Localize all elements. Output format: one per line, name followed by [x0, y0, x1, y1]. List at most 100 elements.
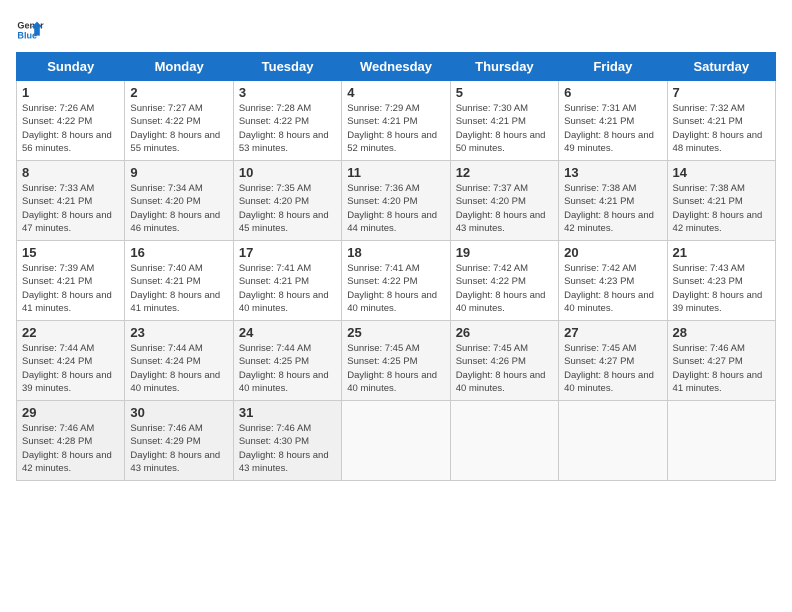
day-number: 24 — [239, 325, 336, 340]
calendar-cell: 20Sunrise: 7:42 AMSunset: 4:23 PMDayligh… — [559, 241, 667, 321]
day-number: 7 — [673, 85, 770, 100]
day-number: 8 — [22, 165, 119, 180]
day-number: 28 — [673, 325, 770, 340]
calendar-cell: 13 Sunrise: 7:38 AMSunset: 4:21 PMDayligh… — [559, 161, 667, 241]
header: General Blue — [16, 16, 776, 44]
calendar-week-row: 1Sunrise: 7:26 AMSunset: 4:22 PMDaylight… — [17, 81, 776, 161]
calendar-cell: 31 Sunrise: 7:46 AMSunset: 4:30 PMDayligh… — [233, 401, 341, 481]
day-info: Sunrise: 7:41 AMSunset: 4:22 PMDaylight:… — [347, 262, 444, 315]
day-info: Sunrise: 7:39 AMSunset: 4:21 PMDaylight:… — [22, 262, 119, 315]
calendar-cell: 11 Sunrise: 7:36 AMSunset: 4:20 PMDayligh… — [342, 161, 450, 241]
svg-text:Blue: Blue — [17, 30, 37, 40]
calendar-week-row: 15 Sunrise: 7:39 AMSunset: 4:21 PMDayligh… — [17, 241, 776, 321]
calendar-cell: 23 Sunrise: 7:44 AMSunset: 4:24 PMDayligh… — [125, 321, 233, 401]
calendar-cell: 6 Sunrise: 7:31 AMSunset: 4:21 PMDaylight… — [559, 81, 667, 161]
day-number: 16 — [130, 245, 227, 260]
day-info: Sunrise: 7:37 AMSunset: 4:20 PMDaylight:… — [456, 182, 553, 235]
day-number: 6 — [564, 85, 661, 100]
day-info: Sunrise: 7:28 AMSunset: 4:22 PMDaylight:… — [239, 102, 336, 155]
calendar-cell: 16Sunrise: 7:40 AMSunset: 4:21 PMDayligh… — [125, 241, 233, 321]
calendar-cell: 29 Sunrise: 7:46 AMSunset: 4:28 PMDayligh… — [17, 401, 125, 481]
calendar-cell: 1Sunrise: 7:26 AMSunset: 4:22 PMDaylight… — [17, 81, 125, 161]
day-info: Sunrise: 7:46 AMSunset: 4:27 PMDaylight:… — [673, 342, 770, 395]
weekday-header-saturday: Saturday — [667, 53, 775, 81]
calendar-cell: 30Sunrise: 7:46 AMSunset: 4:29 PMDayligh… — [125, 401, 233, 481]
day-info: Sunrise: 7:27 AMSunset: 4:22 PMDaylight:… — [130, 102, 227, 155]
day-info: Sunrise: 7:43 AMSunset: 4:23 PMDaylight:… — [673, 262, 770, 315]
day-info: Sunrise: 7:45 AMSunset: 4:27 PMDaylight:… — [564, 342, 661, 395]
day-number: 1 — [22, 85, 119, 100]
day-info: Sunrise: 7:29 AMSunset: 4:21 PMDaylight:… — [347, 102, 444, 155]
weekday-header-row: SundayMondayTuesdayWednesdayThursdayFrid… — [17, 53, 776, 81]
calendar-week-row: 8 Sunrise: 7:33 AMSunset: 4:21 PMDaylight… — [17, 161, 776, 241]
calendar-cell: 28 Sunrise: 7:46 AMSunset: 4:27 PMDayligh… — [667, 321, 775, 401]
day-info: Sunrise: 7:31 AMSunset: 4:21 PMDaylight:… — [564, 102, 661, 155]
calendar-cell: 14 Sunrise: 7:38 AMSunset: 4:21 PMDayligh… — [667, 161, 775, 241]
calendar-cell: 4Sunrise: 7:29 AMSunset: 4:21 PMDaylight… — [342, 81, 450, 161]
calendar-cell: 10 Sunrise: 7:35 AMSunset: 4:20 PMDayligh… — [233, 161, 341, 241]
day-number: 13 — [564, 165, 661, 180]
weekday-header-friday: Friday — [559, 53, 667, 81]
day-number: 17 — [239, 245, 336, 260]
day-number: 11 — [347, 165, 444, 180]
calendar-cell: 27 Sunrise: 7:45 AMSunset: 4:27 PMDayligh… — [559, 321, 667, 401]
day-number: 10 — [239, 165, 336, 180]
day-number: 23 — [130, 325, 227, 340]
day-info: Sunrise: 7:32 AMSunset: 4:21 PMDaylight:… — [673, 102, 770, 155]
day-info: Sunrise: 7:38 AMSunset: 4:21 PMDaylight:… — [673, 182, 770, 235]
day-info: Sunrise: 7:42 AMSunset: 4:23 PMDaylight:… — [564, 262, 661, 315]
calendar-cell: 21 Sunrise: 7:43 AMSunset: 4:23 PMDayligh… — [667, 241, 775, 321]
day-info: Sunrise: 7:46 AMSunset: 4:30 PMDaylight:… — [239, 422, 336, 475]
day-number: 25 — [347, 325, 444, 340]
day-info: Sunrise: 7:45 AMSunset: 4:25 PMDaylight:… — [347, 342, 444, 395]
logo-icon: General Blue — [16, 16, 44, 44]
calendar-cell: 25 Sunrise: 7:45 AMSunset: 4:25 PMDayligh… — [342, 321, 450, 401]
day-info: Sunrise: 7:33 AMSunset: 4:21 PMDaylight:… — [22, 182, 119, 235]
calendar-cell: 5 Sunrise: 7:30 AMSunset: 4:21 PMDaylight… — [450, 81, 558, 161]
day-number: 29 — [22, 405, 119, 420]
day-info: Sunrise: 7:44 AMSunset: 4:25 PMDaylight:… — [239, 342, 336, 395]
day-info: Sunrise: 7:44 AMSunset: 4:24 PMDaylight:… — [130, 342, 227, 395]
day-number: 26 — [456, 325, 553, 340]
calendar-cell: 12Sunrise: 7:37 AMSunset: 4:20 PMDayligh… — [450, 161, 558, 241]
day-info: Sunrise: 7:30 AMSunset: 4:21 PMDaylight:… — [456, 102, 553, 155]
day-number: 31 — [239, 405, 336, 420]
calendar-cell: 9 Sunrise: 7:34 AMSunset: 4:20 PMDaylight… — [125, 161, 233, 241]
calendar-cell — [450, 401, 558, 481]
calendar-cell: 19Sunrise: 7:42 AMSunset: 4:22 PMDayligh… — [450, 241, 558, 321]
calendar-cell — [342, 401, 450, 481]
calendar-cell — [667, 401, 775, 481]
calendar-cell: 8 Sunrise: 7:33 AMSunset: 4:21 PMDaylight… — [17, 161, 125, 241]
day-number: 30 — [130, 405, 227, 420]
day-number: 2 — [130, 85, 227, 100]
logo: General Blue — [16, 16, 44, 44]
day-number: 14 — [673, 165, 770, 180]
calendar-cell: 2 Sunrise: 7:27 AMSunset: 4:22 PMDaylight… — [125, 81, 233, 161]
weekday-header-wednesday: Wednesday — [342, 53, 450, 81]
calendar-cell — [559, 401, 667, 481]
calendar-cell: 24 Sunrise: 7:44 AMSunset: 4:25 PMDayligh… — [233, 321, 341, 401]
day-info: Sunrise: 7:45 AMSunset: 4:26 PMDaylight:… — [456, 342, 553, 395]
day-number: 9 — [130, 165, 227, 180]
calendar-cell: 17Sunrise: 7:41 AMSunset: 4:21 PMDayligh… — [233, 241, 341, 321]
day-number: 15 — [22, 245, 119, 260]
calendar-cell: 3Sunrise: 7:28 AMSunset: 4:22 PMDaylight… — [233, 81, 341, 161]
day-info: Sunrise: 7:36 AMSunset: 4:20 PMDaylight:… — [347, 182, 444, 235]
day-info: Sunrise: 7:38 AMSunset: 4:21 PMDaylight:… — [564, 182, 661, 235]
weekday-header-sunday: Sunday — [17, 53, 125, 81]
day-number: 21 — [673, 245, 770, 260]
calendar-cell: 15 Sunrise: 7:39 AMSunset: 4:21 PMDayligh… — [17, 241, 125, 321]
day-number: 27 — [564, 325, 661, 340]
day-info: Sunrise: 7:35 AMSunset: 4:20 PMDaylight:… — [239, 182, 336, 235]
day-info: Sunrise: 7:34 AMSunset: 4:20 PMDaylight:… — [130, 182, 227, 235]
calendar-table: SundayMondayTuesdayWednesdayThursdayFrid… — [16, 52, 776, 481]
calendar-cell: 22Sunrise: 7:44 AMSunset: 4:24 PMDayligh… — [17, 321, 125, 401]
day-info: Sunrise: 7:42 AMSunset: 4:22 PMDaylight:… — [456, 262, 553, 315]
calendar-cell: 26 Sunrise: 7:45 AMSunset: 4:26 PMDayligh… — [450, 321, 558, 401]
calendar-cell: 18Sunrise: 7:41 AMSunset: 4:22 PMDayligh… — [342, 241, 450, 321]
day-info: Sunrise: 7:46 AMSunset: 4:28 PMDaylight:… — [22, 422, 119, 475]
weekday-header-monday: Monday — [125, 53, 233, 81]
weekday-header-tuesday: Tuesday — [233, 53, 341, 81]
calendar-cell: 7 Sunrise: 7:32 AMSunset: 4:21 PMDaylight… — [667, 81, 775, 161]
day-number: 5 — [456, 85, 553, 100]
